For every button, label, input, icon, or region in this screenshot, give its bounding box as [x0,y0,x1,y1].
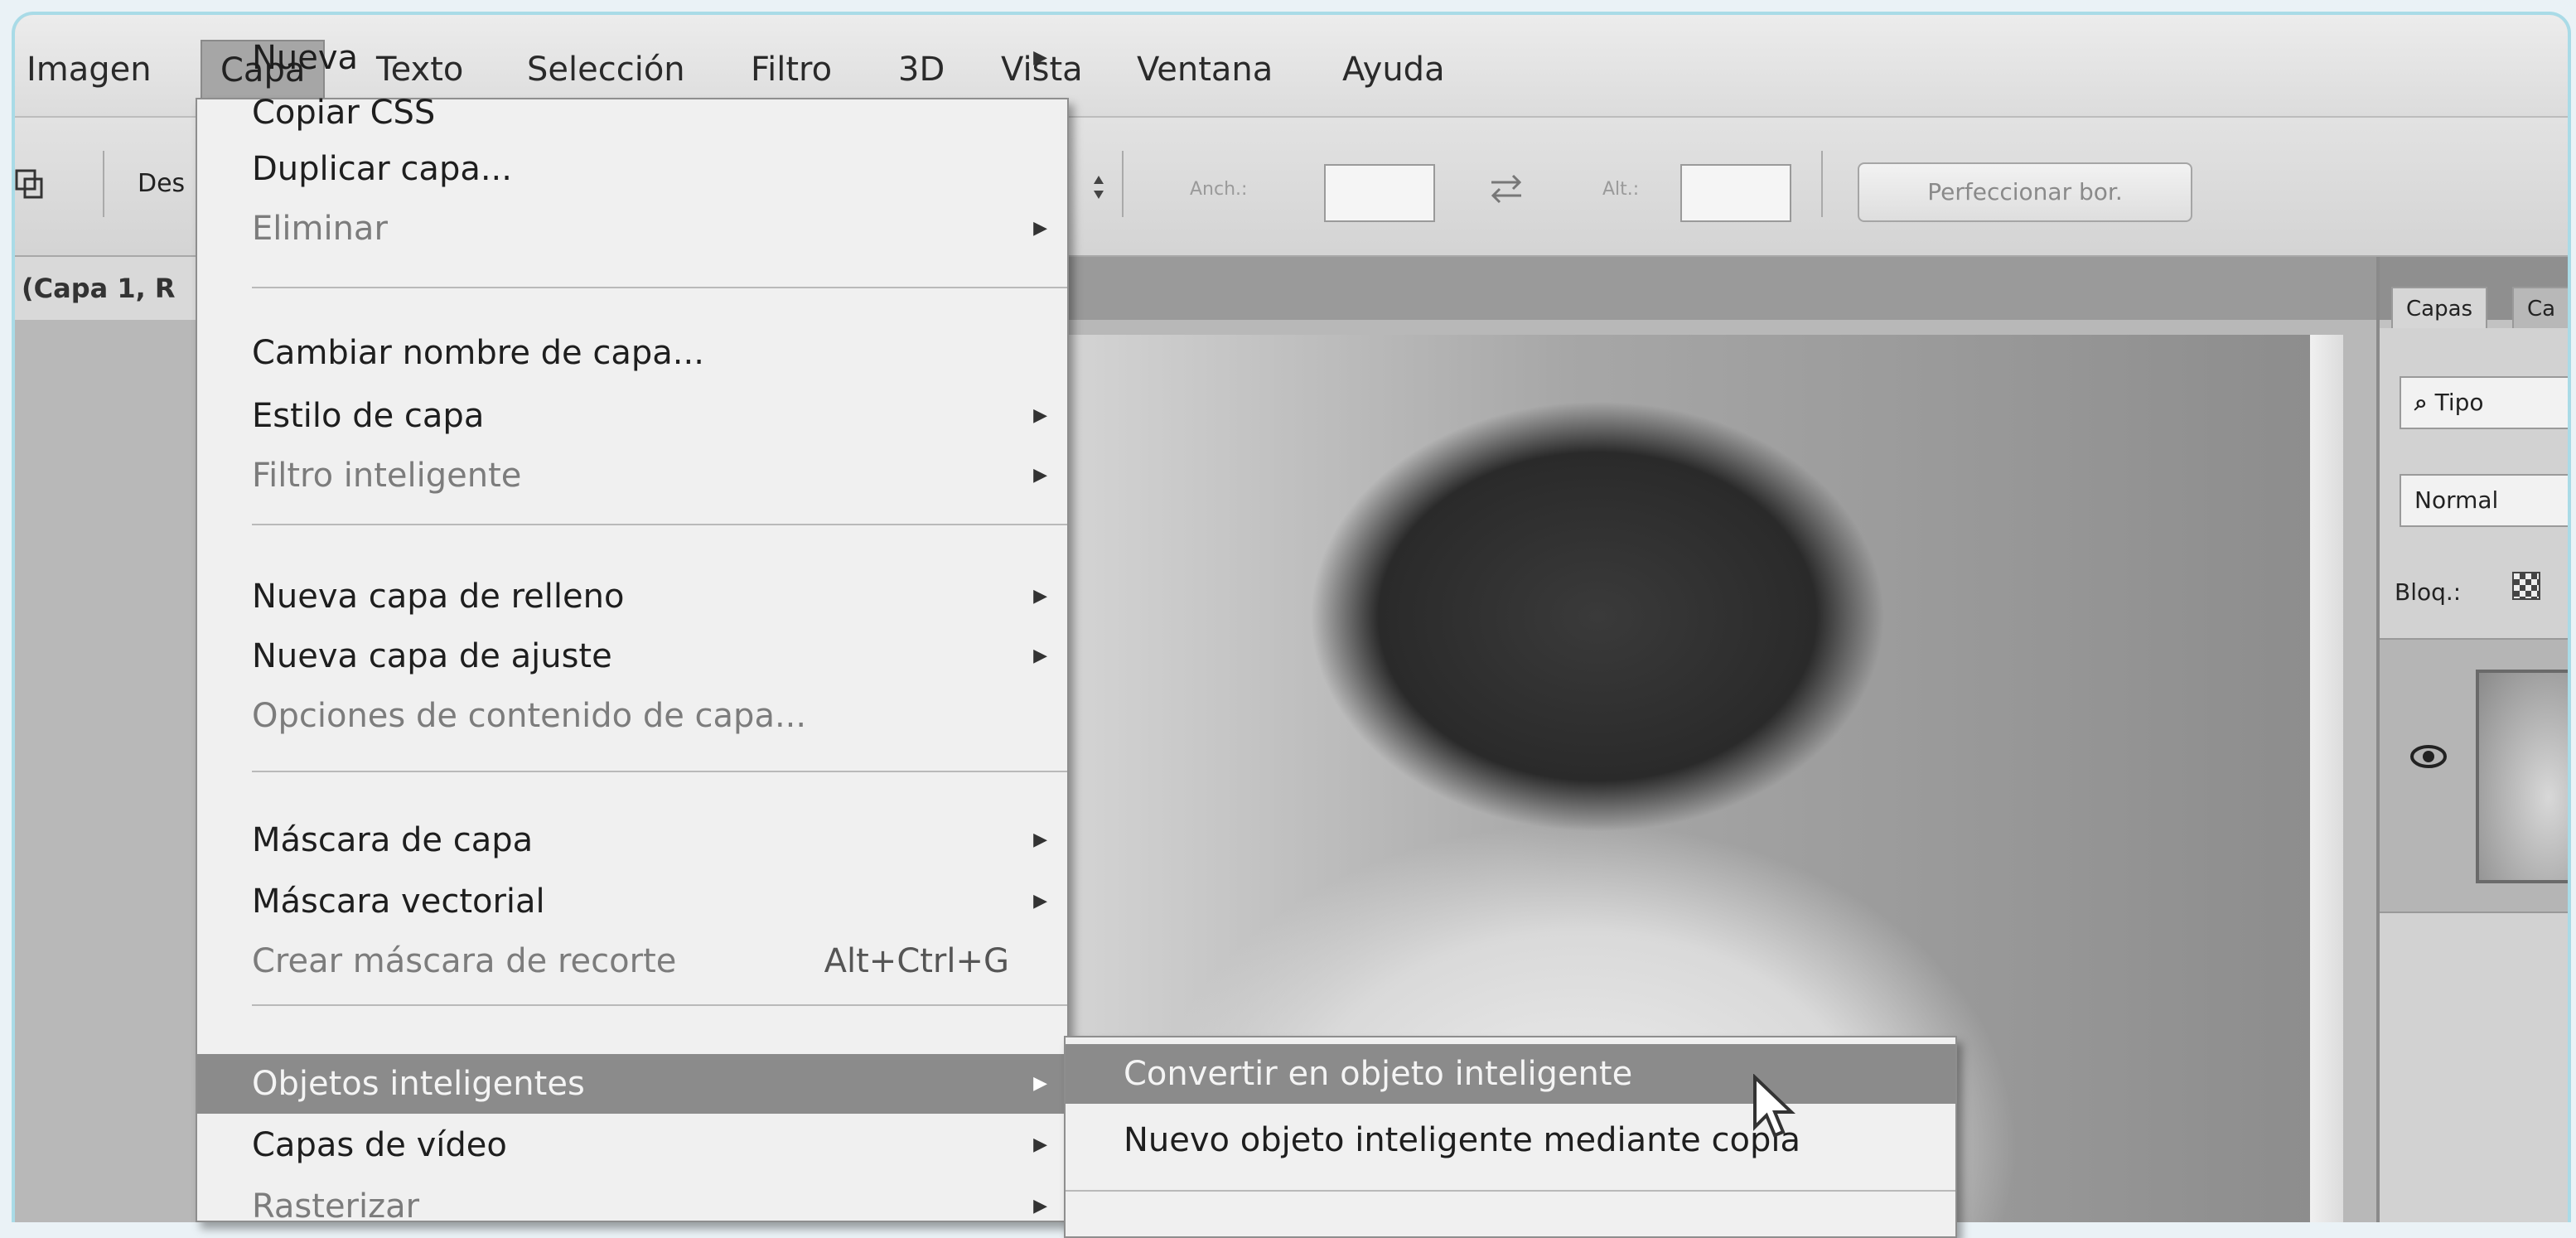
selection-mode-icon[interactable] [15,167,45,201]
menu-imagen[interactable]: Imagen [27,50,152,89]
blend-mode-select[interactable]: Normal [2400,474,2568,527]
menu-ventana[interactable]: Ventana [1137,50,1273,89]
menu-item-label: Nueva capa de ajuste [252,637,612,675]
eye-icon[interactable] [2409,744,2448,769]
tab-canales[interactable]: Ca [2512,287,2568,331]
menu-ayuda[interactable]: Ayuda [1342,50,1445,89]
options-divider [1122,151,1124,217]
submenu-arrow-icon: ▶ [1033,646,1047,666]
menu-separator [252,1004,1067,1006]
menu-separator [1066,1190,1955,1192]
menu-item-nueva-capa-de-relleno[interactable]: Nueva capa de relleno ▶ [197,577,1067,617]
menu-item-eliminar: Eliminar ▶ [197,209,1067,249]
menu-item-nueva-capa-de-ajuste[interactable]: Nueva capa de ajuste ▶ [197,636,1067,676]
layer-filter-select[interactable]: ⌕ Tipo [2400,376,2568,429]
submenu-item-convertir-en-objeto-inteligente[interactable]: Convertir en objeto inteligente [1066,1044,1955,1104]
menu-item-label: Rasterizar [252,1187,420,1226]
submenu-arrow-icon: ▶ [1033,405,1047,426]
menu-item-mascara-vectorial[interactable]: Máscara vectorial ▶ [197,882,1067,921]
menu-item-label: Nueva capa de relleno [252,578,625,616]
menu-shortcut: Alt+Ctrl+G [824,942,1009,980]
refine-edge-button[interactable]: Perfeccionar bor. [1858,162,2192,222]
menu-item-crear-mascara-de-recorte: Crear máscara de recorte Alt+Ctrl+G [197,941,1067,981]
menu-item-label: Estilo de capa [252,397,485,435]
menu-item-mascara-de-capa[interactable]: Máscara de capa ▶ [197,820,1067,860]
lock-transparency-icon[interactable] [2512,572,2540,600]
search-icon: ⌕ [2414,389,2428,416]
stepper-arrows-icon[interactable] [1090,172,1107,202]
submenu-arrow-icon: ▶ [1033,465,1047,486]
document-tab[interactable]: (Capa 1, R [15,257,220,320]
layer-thumbnail[interactable] [2476,670,2568,883]
menu-item-label: Capas de vídeo [252,1126,507,1164]
menu-item-label: Opciones de contenido de capa... [252,697,807,735]
height-input[interactable] [1680,164,1791,222]
submenu-arrow-icon: ▶ [1033,829,1047,850]
submenu-arrow-icon: ▶ [1033,218,1047,239]
menu-item-objetos-inteligentes[interactable]: Objetos inteligentes ▶ [197,1054,1067,1114]
menu-item-capas-de-video[interactable]: Capas de vídeo ▶ [197,1125,1067,1165]
menu-item-duplicar-capa[interactable]: Duplicar capa... [197,149,1067,189]
menu-item-label: Filtro inteligente [252,457,522,495]
layers-panel: Capas Ca ⌕ Tipo Normal Bloq.: [2376,257,2568,1222]
submenu-arrow-icon: ▶ [1033,586,1047,607]
mode-label: Des [138,169,186,198]
menu-item-rasterizar: Rasterizar ▶ [197,1187,1067,1226]
menu-item-label: Eliminar [252,210,388,248]
panel-tab-strip: Capas Ca [2380,257,2568,331]
submenu-item-label: Convertir en objeto inteligente [1124,1055,1633,1093]
lock-label: Bloq.: [2395,578,2462,606]
menu-item-label: Cambiar nombre de capa... [252,334,704,372]
options-divider [1821,151,1823,217]
tab-capas[interactable]: Capas [2391,287,2488,331]
menu-item-cambiar-nombre-de-capa[interactable]: Cambiar nombre de capa... [197,333,1067,373]
menu-item-label: Máscara de capa [252,821,534,859]
menu-item-nueva[interactable]: Nueva ▶ [197,38,1067,78]
filter-label: Tipo [2434,389,2484,416]
capa-menu: Nueva ▶ Copiar CSS Duplicar capa... Eliminar… [196,39,1069,1226]
mouse-pointer-icon [1753,1074,1795,1138]
options-divider [103,151,104,217]
menu-separator [252,771,1067,772]
canvas-edge [2310,335,2343,1222]
menu-item-label: Máscara vectorial [252,883,545,921]
width-label: Anch.: [1190,179,1248,200]
menu-item-label: Duplicar capa... [252,150,512,188]
menu-separator [252,524,1067,525]
menu-item-estilo-de-capa[interactable]: Estilo de capa ▶ [197,396,1067,436]
submenu-item-label: Nuevo objeto inteligente mediante copia [1124,1121,1800,1159]
swap-arrows-icon[interactable] [1486,171,1526,207]
submenu-arrow-icon: ▶ [1033,1196,1047,1216]
layer-row[interactable] [2380,638,2568,913]
width-input[interactable] [1324,164,1435,222]
smart-objects-submenu: Convertir en objeto inteligente Nuevo obj… [1064,1036,1957,1238]
menu-separator [252,287,1067,288]
submenu-arrow-icon: ▶ [1033,47,1047,68]
menu-item-opciones-de-contenido-de-capa: Opciones de contenido de capa... [197,696,1067,736]
submenu-item-nuevo-objeto-inteligente-mediante-copia[interactable]: Nuevo objeto inteligente mediante copia [1066,1110,1955,1170]
menu-item-label: Nueva [252,39,359,77]
height-label: Alt.: [1602,179,1640,200]
menu-item-label: Crear máscara de recorte [252,942,677,980]
menu-item-copiar-css[interactable]: Copiar CSS [197,93,1067,133]
menu-item-filtro-inteligente: Filtro inteligente ▶ [197,456,1067,496]
menu-item-label: Copiar CSS [252,94,436,132]
submenu-arrow-icon: ▶ [1033,1134,1047,1155]
submenu-arrow-icon: ▶ [1033,891,1047,912]
menu-item-label: Objetos inteligentes [252,1065,585,1103]
submenu-arrow-icon: ▶ [1033,1073,1047,1094]
